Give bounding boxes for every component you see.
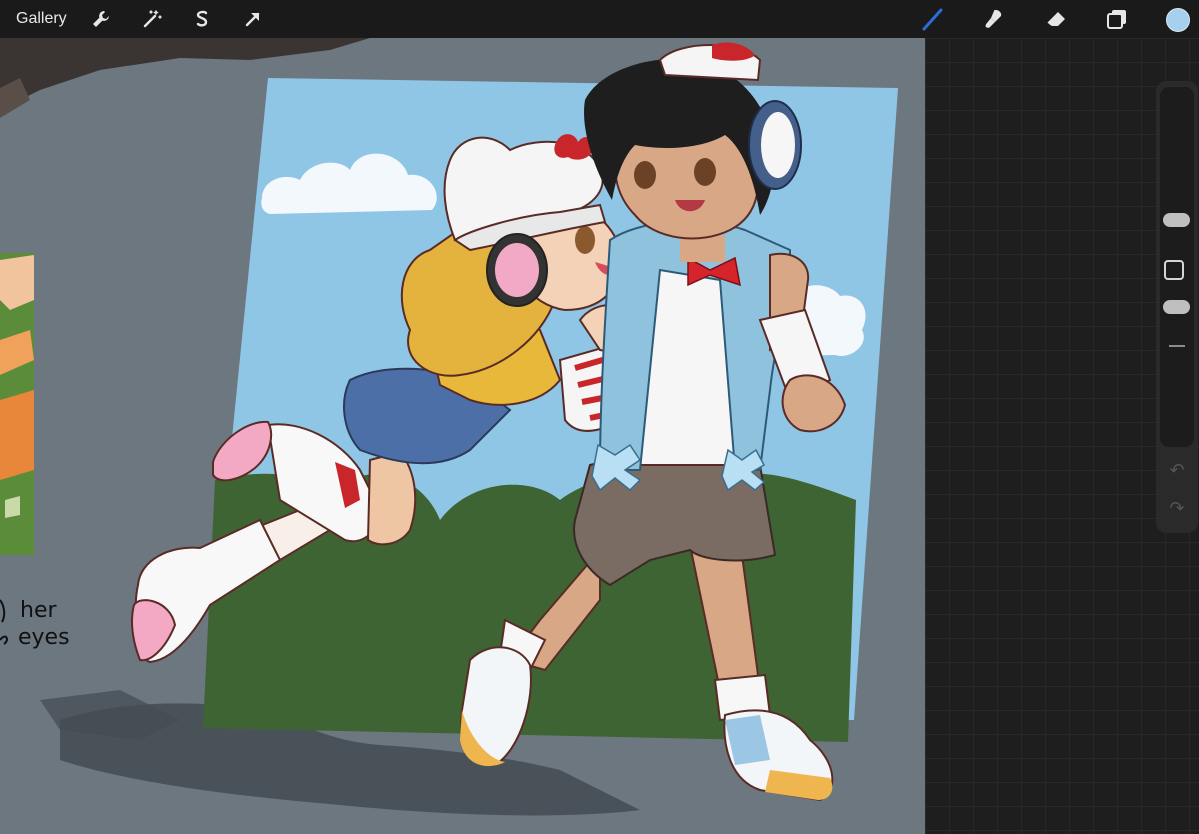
gallery-button[interactable]: Gallery — [16, 10, 67, 28]
artwork: her eyes — [0, 38, 898, 816]
redo-icon[interactable]: ↷ — [1166, 498, 1188, 520]
handwritten-note-line-1: her — [20, 598, 57, 623]
transform-arrow-icon[interactable] — [241, 7, 265, 31]
smudge-icon[interactable] — [982, 7, 1006, 31]
modify-button[interactable] — [1164, 260, 1184, 280]
drawing-canvas[interactable]: her eyes — [0, 38, 925, 834]
top-toolbar: Gallery — [0, 0, 1199, 38]
opacity-handle[interactable] — [1163, 300, 1190, 314]
brush-icon[interactable] — [921, 7, 945, 31]
layers-icon[interactable] — [1105, 7, 1129, 31]
color-picker-button[interactable] — [1166, 8, 1190, 32]
tool-sidebar: ↶ ↷ — [1156, 81, 1198, 533]
brush-size-handle[interactable] — [1163, 213, 1190, 227]
handwritten-note-line-2: eyes — [18, 625, 70, 650]
undo-icon[interactable]: ↶ — [1166, 460, 1188, 482]
eraser-icon[interactable] — [1044, 7, 1068, 31]
selection-icon[interactable] — [190, 7, 214, 31]
slider-divider — [1169, 345, 1185, 347]
magic-wand-icon[interactable] — [140, 7, 164, 31]
brush-size-slider[interactable] — [1160, 87, 1194, 447]
wrench-icon[interactable] — [89, 7, 113, 31]
